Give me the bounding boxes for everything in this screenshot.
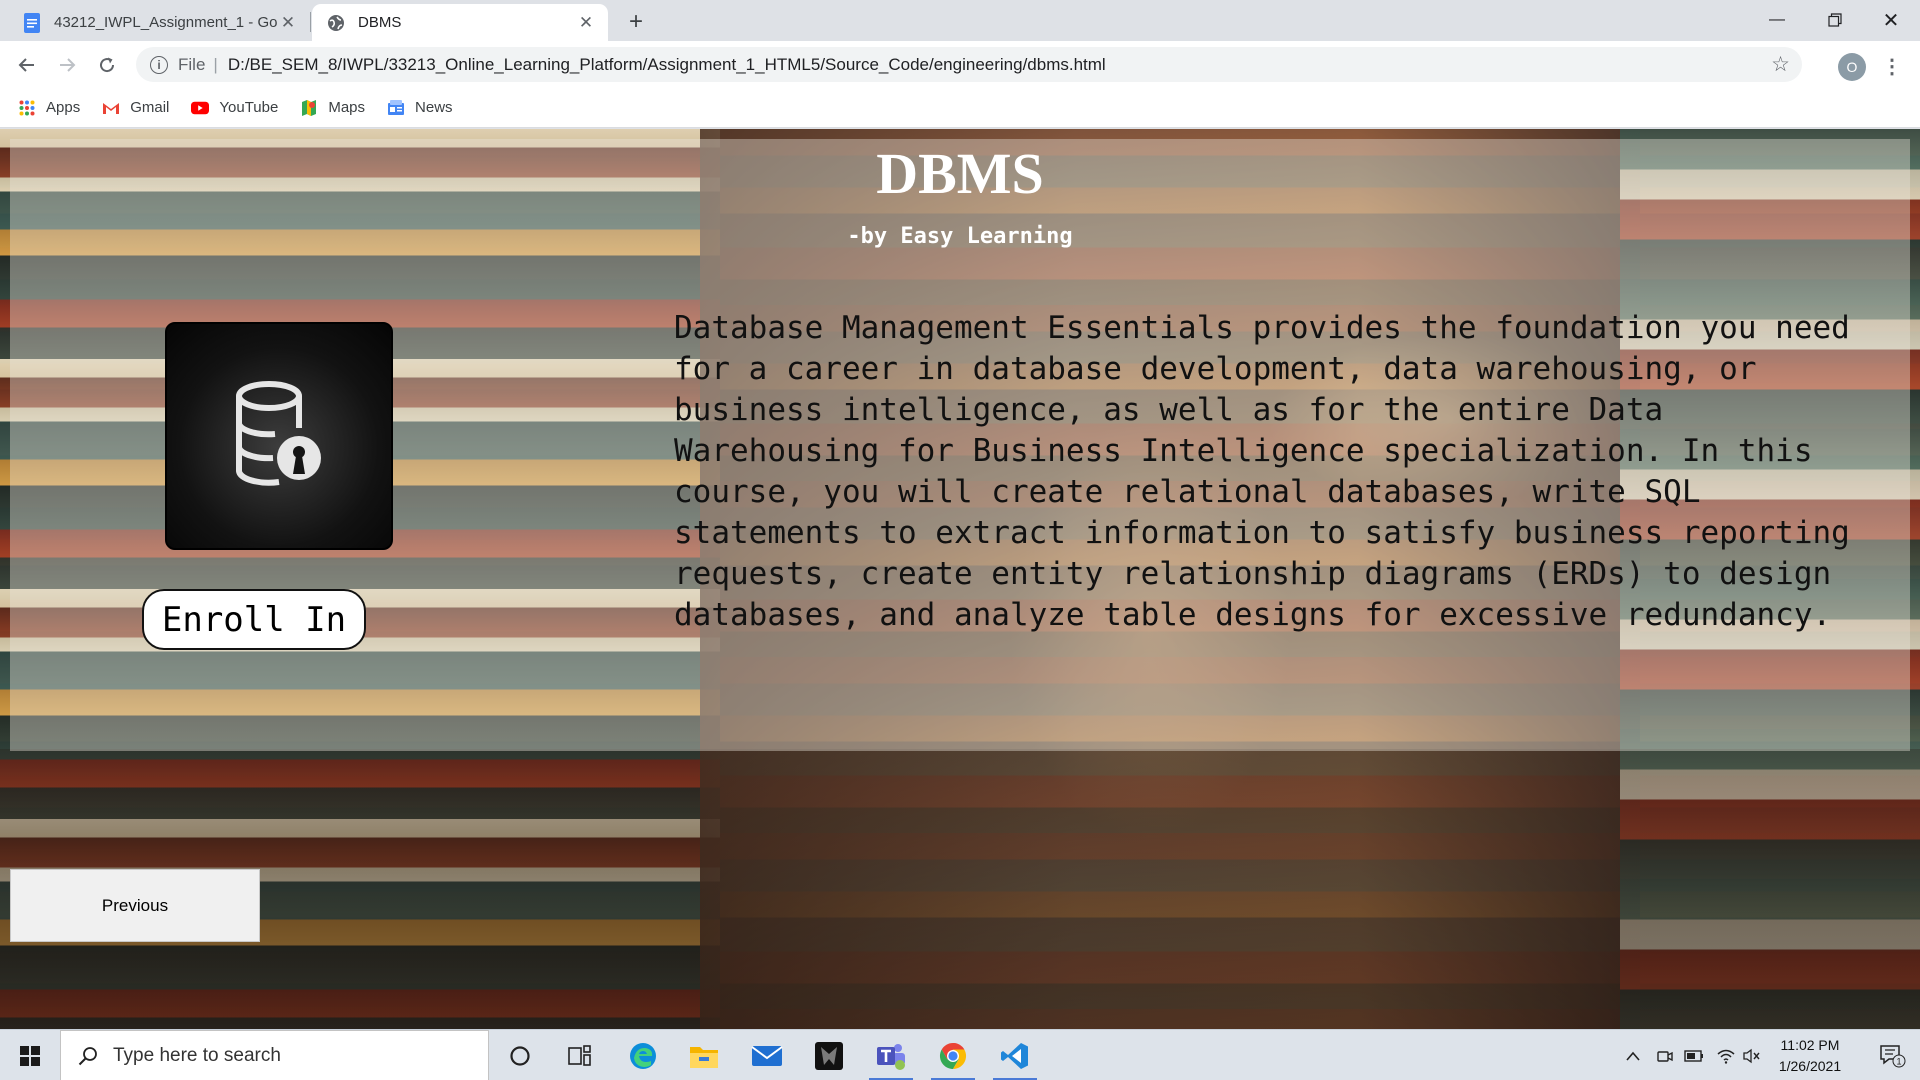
address-bar[interactable]: i File | D:/BE_SEM_8/IWPL/33213_Online_L… [136,47,1802,82]
tab-title: 43212_IWPL_Assignment_1 - Goo [54,14,278,31]
database-lock-icon [236,381,321,486]
bookmark-label: Maps [328,99,366,116]
battery-button[interactable] [1680,1030,1708,1080]
browser-tabstrip: 43212_IWPL_Assignment_1 - Goo ✕ DBMS ✕ +… [0,0,1920,41]
file-explorer-button[interactable] [674,1030,734,1080]
start-button[interactable] [0,1030,60,1080]
bookmark-label: YouTube [219,99,279,116]
notification-count: 1 [1896,1056,1901,1066]
mail-app-button[interactable] [737,1030,797,1080]
predator-icon [815,1041,843,1070]
bookmark-label: Gmail [130,99,170,116]
cortana-button[interactable] [490,1030,550,1080]
taskbar-search-box[interactable]: Type here to search [60,1030,489,1080]
course-description: Database Management Essentials provides … [674,310,1850,633]
back-button[interactable] [11,49,43,81]
apps-grid-icon [18,99,36,117]
game-app-button[interactable] [799,1030,859,1080]
new-tab-button[interactable]: + [622,8,650,36]
windows-taskbar: Type here to search 11:02 PM 1/26/2021 1 [0,1029,1920,1080]
restore-button[interactable] [1806,0,1864,40]
bookmark-label: Apps [46,99,81,116]
wifi-button[interactable] [1712,1030,1740,1080]
youtube-icon [191,99,210,117]
vscode-icon [1001,1042,1028,1069]
meet-now-button[interactable] [1652,1030,1678,1080]
mail-icon [751,1045,783,1066]
taskbar-clock[interactable]: 11:02 PM 1/26/2021 [1760,1035,1860,1077]
google-docs-icon [22,12,42,33]
bookmark-youtube[interactable]: YouTube [191,99,278,117]
action-center-button[interactable]: 1 [1866,1030,1920,1080]
clock-time: 11:02 PM [1780,1037,1840,1053]
battery-icon [1684,1049,1703,1062]
browser-toolbar: i File | D:/BE_SEM_8/IWPL/33213_Online_L… [0,41,1920,88]
forward-button[interactable] [51,49,83,81]
page-byline: -by Easy Learning [847,224,1073,249]
maps-icon [300,99,318,117]
profile-avatar[interactable]: O [1838,53,1866,81]
bookmark-maps[interactable]: Maps [300,99,365,117]
globe-icon [326,13,346,33]
page-title: DBMS [876,141,1044,206]
tab-close-icon[interactable]: ✕ [576,13,596,33]
camera-icon [1657,1050,1673,1062]
reload-icon [100,57,115,73]
speaker-muted-icon [1743,1048,1760,1063]
back-arrow-icon [18,58,34,72]
bookmark-news[interactable]: News [387,99,453,117]
search-placeholder: Type here to search [113,1044,281,1066]
clock-date: 1/26/2021 [1778,1058,1842,1074]
url-scheme: File [178,54,206,74]
course-image [165,322,393,550]
windows-logo-icon [20,1045,40,1066]
bookmarks-bar: Apps Gmail YouTube Maps News [0,88,1920,128]
search-icon [75,1043,101,1069]
edge-app-button[interactable] [613,1030,673,1080]
teams-icon [877,1043,905,1070]
notification-icon: 1 [1880,1044,1906,1067]
restore-icon [1828,13,1842,27]
news-icon [387,99,405,117]
bookmark-label: News [415,99,453,116]
bookmark-gmail[interactable]: Gmail [102,99,169,117]
gmail-icon [102,99,120,117]
tab-separator [310,12,311,32]
folder-icon [690,1046,718,1068]
chrome-app-button[interactable] [923,1030,983,1080]
background-shade [0,749,1920,1029]
site-info-icon[interactable]: i [150,55,168,74]
browser-menu-icon[interactable]: ⋮ [1880,51,1904,81]
vscode-app-button[interactable] [985,1030,1045,1080]
teams-app-button[interactable] [861,1030,921,1080]
bookmark-star-icon[interactable]: ☆ [1771,52,1790,77]
minimize-button[interactable]: — [1748,0,1806,40]
task-view-icon [568,1044,591,1066]
task-view-button[interactable] [550,1030,610,1080]
tab-title: DBMS [358,14,402,31]
enroll-button[interactable]: Enroll In [142,589,366,650]
tab-assignment[interactable]: 43212_IWPL_Assignment_1 - Goo ✕ [8,4,310,41]
chrome-icon [939,1042,967,1069]
url-divider: | [213,54,218,74]
chevron-up-icon [1626,1051,1640,1061]
tab-close-icon[interactable]: ✕ [278,13,298,33]
previous-button[interactable]: Previous [10,869,260,942]
close-window-button[interactable]: ✕ [1862,0,1920,40]
reload-button[interactable] [91,49,123,81]
bookmark-apps[interactable]: Apps [18,99,80,117]
wifi-icon [1717,1049,1735,1064]
edge-icon [630,1042,656,1069]
forward-arrow-icon [60,58,76,72]
tray-overflow-button[interactable] [1620,1030,1646,1080]
tab-dbms[interactable]: DBMS ✕ [312,4,608,41]
url-text[interactable]: D:/BE_SEM_8/IWPL/33213_Online_Learning_P… [228,55,1771,75]
cortana-icon [510,1045,530,1066]
